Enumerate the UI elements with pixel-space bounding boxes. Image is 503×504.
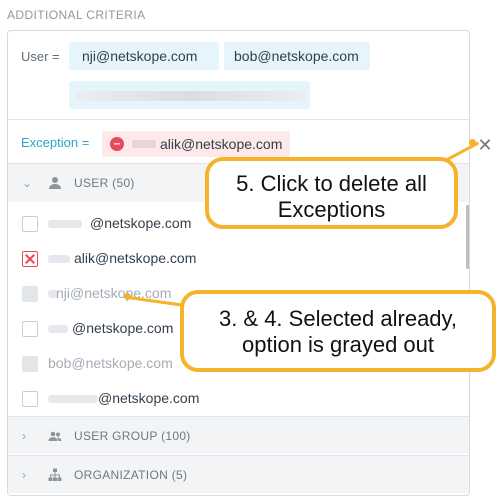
user-icon bbox=[48, 176, 62, 190]
checkbox[interactable] bbox=[22, 391, 38, 407]
exception-row-label: Exception = bbox=[21, 135, 90, 150]
callout-selected-already: 3. & 4. Selected already, option is gray… bbox=[180, 290, 496, 372]
chevron-right-icon: › bbox=[22, 429, 26, 443]
checkbox[interactable] bbox=[22, 216, 38, 232]
close-icon[interactable]: ✕ bbox=[476, 136, 494, 154]
callout-dot bbox=[469, 139, 476, 146]
list-item-label: alik@netskope.com bbox=[74, 250, 197, 266]
exception-chip[interactable]: – alik@netskope.com bbox=[102, 131, 290, 157]
checkbox-disabled bbox=[22, 356, 38, 372]
callout-dot bbox=[124, 293, 131, 300]
redacted-text bbox=[48, 220, 82, 228]
section-heading: ADDITIONAL CRITERIA bbox=[7, 8, 146, 22]
scrollbar-thumb[interactable] bbox=[466, 205, 469, 269]
list-item[interactable]: @netskope.com bbox=[8, 381, 458, 416]
redacted-text bbox=[132, 140, 156, 148]
checkbox-disabled bbox=[22, 286, 38, 302]
callout-delete-exceptions: 5. Click to delete all Exceptions bbox=[205, 157, 458, 229]
list-item-label: nji@netskope.com bbox=[56, 285, 172, 301]
user-criteria-row: User = nji@netskope.com bob@netskope.com bbox=[8, 31, 469, 119]
group-header-user-group[interactable]: › USER GROUP (100) bbox=[8, 416, 469, 454]
group-header-organization[interactable]: › ORGANIZATION (5) bbox=[8, 455, 469, 493]
group-label-user-group: USER GROUP (100) bbox=[74, 429, 191, 443]
group-label-organization: ORGANIZATION (5) bbox=[74, 468, 188, 482]
checkbox[interactable] bbox=[22, 321, 38, 337]
user-chip-nji[interactable]: nji@netskope.com bbox=[69, 42, 219, 70]
redacted-text bbox=[48, 395, 98, 403]
redacted-text bbox=[48, 255, 70, 263]
organization-icon bbox=[48, 468, 62, 482]
user-row-label: User = bbox=[21, 49, 60, 64]
list-item-label: @netskope.com bbox=[72, 320, 174, 336]
user-chip-bob[interactable]: bob@netskope.com bbox=[224, 42, 370, 70]
divider bbox=[8, 119, 469, 120]
chevron-right-icon: › bbox=[22, 468, 26, 482]
remove-exception-icon[interactable]: – bbox=[110, 137, 124, 151]
redacted-chip-text bbox=[76, 91, 306, 101]
list-item-label: @netskope.com bbox=[98, 390, 200, 406]
chevron-down-icon: ⌄ bbox=[22, 176, 33, 190]
group-label-user: USER (50) bbox=[74, 176, 135, 190]
list-item[interactable]: alik@netskope.com bbox=[8, 241, 458, 276]
redacted-text bbox=[48, 325, 68, 333]
user-group-icon bbox=[48, 429, 62, 443]
criteria-panel: User = nji@netskope.com bob@netskope.com… bbox=[7, 30, 470, 496]
list-item-label: bob@netskope.com bbox=[48, 355, 173, 371]
checkbox-checked[interactable] bbox=[22, 251, 38, 267]
exception-chip-label: alik@netskope.com bbox=[160, 136, 283, 152]
list-item-label: @netskope.com bbox=[90, 215, 192, 231]
